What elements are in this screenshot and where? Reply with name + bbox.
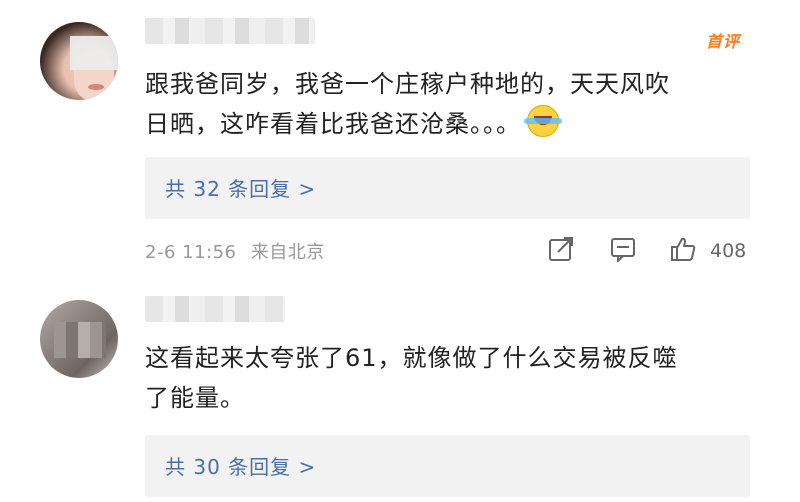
avatar[interactable] <box>40 300 118 378</box>
replies-box[interactable]: 共 30 条回复 > <box>145 435 750 497</box>
comment-text-line: 了能量。 <box>145 384 245 412</box>
replies-link[interactable]: 共 30 条回复 > <box>165 451 316 480</box>
comment-list: 首评 跟我爸同岁，我爸一个庄稼户种地的，天天风吹 日晒，这咋看着比我爸还沧桑。。… <box>0 0 800 502</box>
comment-text: 这看起来太夸张了61，就像做了什么交易被反噬 了能量。 <box>145 338 765 418</box>
username-blurred[interactable] <box>145 296 285 322</box>
avatar-mosaic <box>54 322 106 358</box>
comment-text-line: 这看起来太夸张了61，就像做了什么交易被反噬 <box>145 344 678 372</box>
comment-item: 这看起来太夸张了61，就像做了什么交易被反噬 了能量。 共 30 条回复 > <box>0 0 800 502</box>
